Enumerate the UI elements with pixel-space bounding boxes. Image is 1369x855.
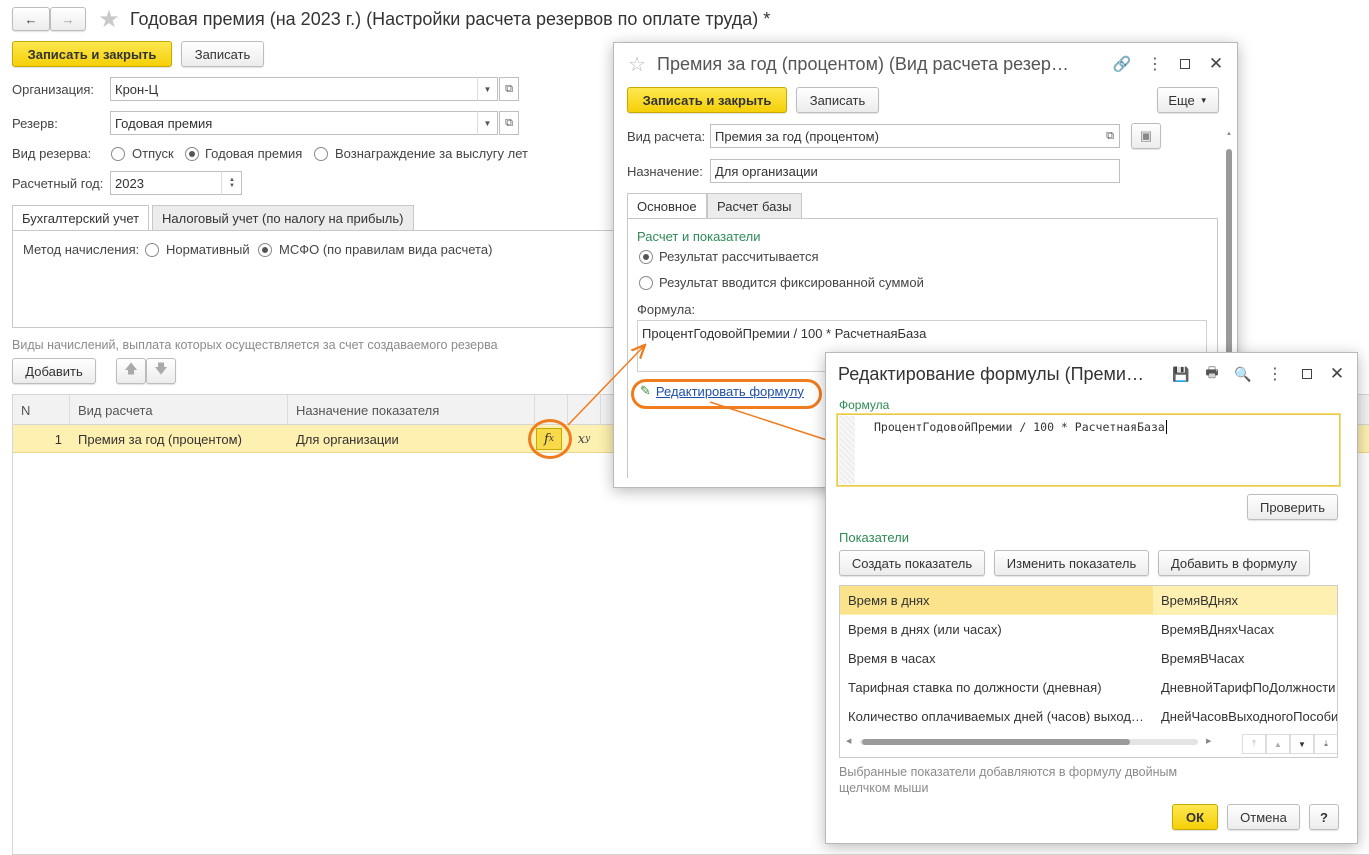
indicator-id: ДневнойТарифПоДолжности	[1161, 679, 1336, 695]
help-button[interactable]: ?	[1309, 804, 1339, 830]
change-indicator-button[interactable]: Изменить показатель	[994, 550, 1149, 576]
ok-button[interactable]: ОК	[1172, 804, 1218, 830]
check-button[interactable]: Проверить	[1247, 494, 1338, 520]
indicator-id: ВремяВЧасах	[1161, 650, 1245, 666]
indicator-name: Время в часах	[848, 650, 936, 666]
list-item[interactable]: Количество оплачиваемых дней (часов) вых…	[840, 702, 1338, 731]
formula-editor-field[interactable]: ПроцентГодовойПремии / 100 * РасчетнаяБа…	[837, 414, 1340, 486]
indicator-id: ВремяВДнях	[1161, 592, 1239, 608]
line-gutter	[839, 416, 855, 484]
move-up-button[interactable]: ▲	[1266, 734, 1290, 754]
formula-editor-text: ПроцентГодовойПремии / 100 * РасчетнаяБа…	[874, 420, 1167, 434]
more-menu-icon[interactable]: ⋮	[1265, 363, 1285, 385]
list-item[interactable]: Время в днях (или часах) ВремяВДняхЧасах	[840, 615, 1337, 644]
indicators-label: Показатели	[839, 530, 909, 545]
indicator-name: Количество оплачиваемых дней (часов) вых…	[848, 708, 1144, 724]
indicator-name: Тарифная ставка по должности (дневная)	[848, 679, 1102, 695]
scroll-left-icon: ◀	[846, 738, 852, 745]
close-icon[interactable]: ✕	[1326, 363, 1348, 385]
move-bottom-button[interactable]: ⤓	[1314, 734, 1337, 754]
save-icon[interactable]: 💾	[1170, 363, 1192, 385]
indicator-name: Время в днях	[840, 586, 1153, 614]
print-icon[interactable]: 🖶	[1201, 363, 1223, 385]
preview-search-icon[interactable]: 🔍	[1232, 363, 1254, 385]
scroll-right-icon: ▶	[1206, 738, 1212, 745]
list-item[interactable]: Тарифная ставка по должности (дневная) Д…	[840, 673, 1337, 702]
formula-window-title: Редактирование формулы (Преми…	[838, 364, 1144, 384]
cancel-button[interactable]: Отмена	[1227, 804, 1300, 830]
list-item[interactable]: Время в часах ВремяВЧасах	[840, 644, 1337, 673]
indicators-hint: Выбранные показатели добавляются в форму…	[839, 765, 1178, 795]
indicator-id: ДнейЧасовВыходногоПособи	[1161, 708, 1338, 724]
indicators-list: Время в днях ВремяВДнях Время в днях (ил…	[839, 585, 1338, 758]
indicator-id: ВремяВДняхЧасах	[1161, 621, 1275, 637]
move-down-button[interactable]: ▼	[1290, 734, 1314, 754]
create-indicator-button[interactable]: Создать показатель	[839, 550, 985, 576]
indicator-name: Время в днях (или часах)	[848, 621, 1002, 637]
formula-editor-window: Редактирование формулы (Преми… 💾 🖶 🔍 ⋮ ✕…	[825, 352, 1358, 844]
maximize-icon[interactable]	[1296, 363, 1318, 385]
list-item[interactable]: Время в днях ВремяВДнях	[840, 586, 1337, 615]
horizontal-scrollbar[interactable]: ◀ ▶	[846, 735, 1216, 749]
add-to-formula-button[interactable]: Добавить в формулу	[1158, 550, 1310, 576]
formula-label: Формула	[839, 398, 890, 412]
move-top-button[interactable]: ⤒	[1242, 734, 1266, 754]
